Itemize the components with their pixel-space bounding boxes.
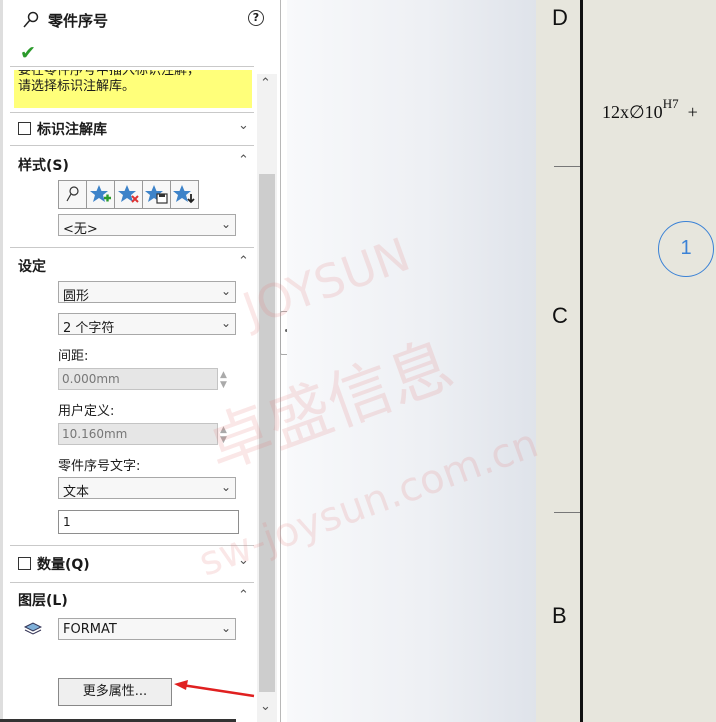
- size-select-value: 2 个字符: [63, 321, 115, 336]
- custom-size-value: 10.160mm: [62, 427, 128, 441]
- balloon-text-select-value: 文本: [63, 485, 90, 500]
- tolerance-text: H7: [662, 96, 679, 111]
- annotation-library-checkbox[interactable]: [18, 122, 31, 135]
- quantity-checkbox[interactable]: [18, 557, 31, 570]
- save-style-button[interactable]: [142, 180, 171, 209]
- balloon-text-value: 1: [63, 515, 71, 529]
- chevron-down-icon[interactable]: ⌄: [238, 118, 249, 133]
- quantity-toggle[interactable]: 数量(Q): [18, 554, 90, 574]
- star-add-icon: [90, 185, 111, 202]
- zone-label-b: B: [552, 603, 567, 628]
- delete-style-button[interactable]: [114, 180, 143, 209]
- chevron-up-icon[interactable]: ⌃: [238, 153, 249, 168]
- message-line-1: 要在零件序号中插入标识注解，: [18, 70, 201, 78]
- header-divider: [10, 66, 254, 67]
- scroll-down-icon[interactable]: ⌄: [260, 699, 271, 714]
- quantity-label: 数量(Q): [37, 557, 90, 573]
- scroll-up-icon[interactable]: ⌃: [260, 76, 271, 91]
- section-divider: [10, 545, 254, 546]
- scrollbar-thumb[interactable]: [259, 174, 275, 692]
- add-style-button[interactable]: [86, 180, 115, 209]
- section-divider: [10, 247, 254, 248]
- star-delete-icon: [118, 185, 139, 203]
- style-toolbar: [58, 180, 199, 209]
- zone-label-d: D: [552, 5, 568, 30]
- custom-size-stepper-icon: ▲ ▼: [220, 425, 227, 445]
- more-properties-button[interactable]: 更多属性...: [58, 678, 172, 706]
- layer-select-value: FORMAT: [63, 622, 117, 637]
- chevron-down-icon: ⌄: [220, 621, 231, 635]
- help-icon[interactable]: ?: [248, 10, 264, 26]
- style-select-value: <无>: [63, 222, 98, 237]
- style-select[interactable]: <无> ⌄: [58, 214, 236, 237]
- balloon-text-select[interactable]: 文本 ⌄: [58, 477, 236, 500]
- apply-style-button[interactable]: [58, 180, 87, 209]
- graphics-area[interactable]: [287, 0, 536, 722]
- panel-edge: [0, 0, 3, 722]
- zone-label-c: C: [552, 303, 568, 328]
- section-divider: [10, 145, 254, 146]
- balloon-text-input[interactable]: 1: [58, 510, 239, 534]
- chevron-down-icon: ⌄: [220, 284, 231, 298]
- sheet-border: [580, 0, 583, 722]
- message-box: 要在零件序号中插入标识注解， 请选择标识注解库。: [14, 70, 252, 108]
- spacing-stepper-icon: ▲ ▼: [220, 370, 227, 390]
- chevron-down-icon: ⌄: [220, 217, 231, 231]
- section-divider: [10, 582, 254, 583]
- balloon-text-label: 零件序号文字:: [58, 459, 141, 474]
- star-load-icon: [173, 185, 195, 204]
- balloon-annotation[interactable]: 1: [658, 221, 714, 277]
- load-style-button[interactable]: [170, 180, 199, 209]
- spacing-value: 0.000mm: [62, 372, 120, 386]
- spacing-input: 0.000mm: [58, 368, 218, 390]
- spacing-label: 间距:: [58, 349, 89, 364]
- tolerance-plus: +: [687, 102, 698, 122]
- dimension-text: 12x∅10: [602, 102, 663, 122]
- panel-scrollbar[interactable]: ⌃ ⌄: [257, 74, 277, 722]
- chevron-up-icon[interactable]: ⌃: [238, 588, 249, 603]
- custom-size-input: 10.160mm: [58, 423, 218, 445]
- layer-select[interactable]: FORMAT ⌄: [58, 618, 236, 640]
- hole-dimension[interactable]: 12x∅10H7 +: [602, 96, 698, 123]
- style-section-title: 样式(S): [18, 158, 69, 174]
- layers-icon: [24, 622, 42, 635]
- size-select[interactable]: 2 个字符 ⌄: [58, 313, 236, 336]
- chevron-up-icon[interactable]: ⌃: [238, 254, 249, 269]
- annotation-library-label: 标识注解库: [37, 122, 107, 138]
- annotation-library-toggle[interactable]: 标识注解库: [18, 119, 107, 139]
- section-divider: [10, 112, 254, 113]
- ok-button[interactable]: ✔: [20, 42, 36, 64]
- zone-divider: [554, 512, 580, 513]
- settings-section-title: 设定: [18, 259, 46, 275]
- shape-select[interactable]: 圆形 ⌄: [58, 281, 236, 304]
- chevron-down-icon[interactable]: ⌄: [238, 553, 249, 568]
- zone-divider: [554, 166, 580, 167]
- balloon-icon: [23, 11, 39, 28]
- message-line-2: 请选择标识注解库。: [18, 79, 136, 94]
- custom-label: 用户定义:: [58, 404, 115, 419]
- chevron-down-icon: ⌄: [220, 480, 231, 494]
- panel-header: 零件序号 ? ✔: [10, 8, 272, 68]
- property-manager-panel: 零件序号 ? ✔ 要在零件序号中插入标识注解， 请选择标识注解库。 ⌃ ⌄ 标识…: [0, 0, 281, 722]
- panel-title: 零件序号: [48, 12, 109, 30]
- star-save-icon: [145, 185, 168, 204]
- annotation-arrow-icon: [174, 680, 255, 698]
- shape-select-value: 圆形: [63, 289, 90, 304]
- balloon-style-icon: [66, 186, 79, 202]
- chevron-down-icon: ⌄: [220, 316, 231, 330]
- layer-section-title: 图层(L): [18, 593, 68, 609]
